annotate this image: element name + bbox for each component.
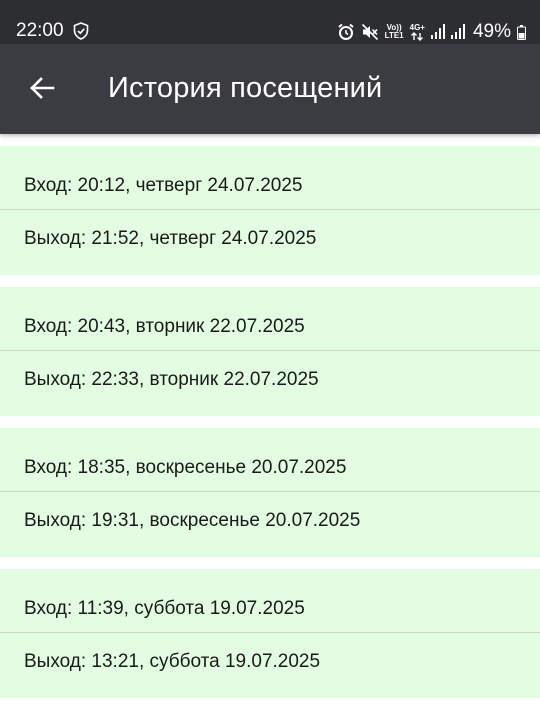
visit-entry-text: Вход: 18:35, воскресенье 20.07.2025 xyxy=(24,457,347,478)
network-type-label: 4G+ xyxy=(409,22,425,32)
volte-bottom-label: LTE1 xyxy=(384,31,404,40)
page-title: История посещений xyxy=(108,72,383,104)
signal-sim1-icon xyxy=(430,24,445,39)
alarm-icon xyxy=(338,23,354,40)
visit-entry-text: Вход: 20:12, четверг 24.07.2025 xyxy=(24,175,303,196)
visit-history-list: Вход: 20:12, четверг 24.07.2025 Выход: 2… xyxy=(0,146,540,710)
battery-percentage: 49% xyxy=(472,21,511,42)
visit-entry-text: Вход: 20:43, вторник 22.07.2025 xyxy=(24,316,305,337)
status-bar: 22:00 Vo)) LTE1 4G+ 49% xyxy=(0,0,540,44)
visit-card[interactable]: Вход: 20:43, вторник 22.07.2025 Выход: 2… xyxy=(0,287,540,416)
visit-exit-text: Выход: 21:52, четверг 24.07.2025 xyxy=(24,228,317,249)
status-time: 22:00 xyxy=(16,20,64,41)
battery-icon xyxy=(517,24,526,40)
visit-entry-text: Вход: 11:39, суббота 19.07.2025 xyxy=(24,598,305,619)
visit-card[interactable]: Вход: 11:39, суббота 19.07.2025 Выход: 1… xyxy=(0,569,540,698)
status-icons: Vo)) LTE1 4G+ 49% xyxy=(337,20,526,44)
network-indicator: 4G+ xyxy=(409,22,425,41)
visit-exit-text: Выход: 22:33, вторник 22.07.2025 xyxy=(24,369,319,390)
volte-indicator: Vo)) LTE1 xyxy=(385,24,404,40)
data-arrows-icon xyxy=(411,31,424,41)
visit-exit-text: Выход: 19:31, воскресенье 20.07.2025 xyxy=(24,510,361,531)
mute-icon xyxy=(361,23,378,41)
signal-sim2-icon xyxy=(450,24,465,39)
visit-card[interactable]: Вход: 18:35, воскресенье 20.07.2025 Выхо… xyxy=(0,428,540,557)
app-bar: История посещений xyxy=(0,44,540,134)
back-button[interactable] xyxy=(20,66,64,110)
shield-check-icon xyxy=(73,22,89,40)
visit-card[interactable]: Вход: 20:12, четверг 24.07.2025 Выход: 2… xyxy=(0,146,540,275)
visit-exit-text: Выход: 13:21, суббота 19.07.2025 xyxy=(24,651,321,672)
arrow-left-icon xyxy=(30,77,55,99)
